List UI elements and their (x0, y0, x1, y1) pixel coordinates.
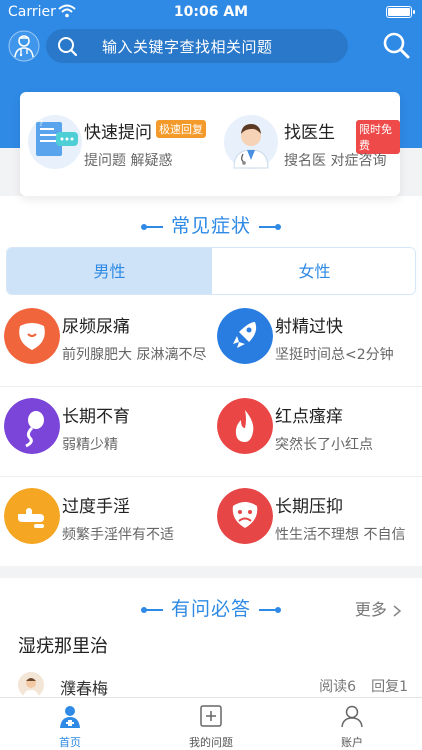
quick-ask-badge: 极速回复 (156, 120, 206, 138)
doctor-home-icon (60, 706, 80, 728)
quick-actions-card: ? 快速提问 极速回复 提问题 解疑惑 找医生 限时免费 搜名医 对症咨询 (20, 92, 400, 196)
reply-count: 回复1 (371, 679, 408, 695)
find-doctor-badge: 限时免费 (356, 120, 400, 154)
flame-icon (217, 398, 273, 454)
symptom-item[interactable]: 红点瘙痒 突然长了小红点 (213, 394, 418, 482)
status-bar: Carrier 10:06 AM (0, 0, 422, 24)
symptoms-section-title: 常见症状 (0, 211, 422, 238)
symptom-item[interactable]: 尿频尿痛 前列腺肥大 尿淋漓不尽 (0, 304, 207, 392)
tab-bar: 首页 我的问题 账户 (0, 697, 422, 750)
search-bar[interactable]: 输入关键字查找相关问题 (46, 29, 348, 63)
avatar (18, 672, 44, 698)
quick-ask-subtitle: 提问题 解疑惑 (84, 153, 173, 169)
document-chat-icon: ? (28, 115, 82, 169)
bladder-icon (4, 308, 60, 364)
doctor-profile-icon[interactable] (8, 30, 40, 62)
top-nav: 输入关键字查找相关问题 (0, 28, 422, 66)
tab-account[interactable]: 账户 (282, 698, 422, 750)
symptom-name: 射精过快 (275, 317, 343, 337)
symptom-desc: 性生活不理想 不自信 (275, 527, 406, 543)
chevron-right-icon (393, 604, 402, 617)
symptom-desc: 突然长了小红点 (275, 437, 373, 453)
rocket-icon (217, 308, 273, 364)
find-doctor-subtitle: 搜名医 对症咨询 (284, 153, 387, 169)
quick-ask-button[interactable]: ? 快速提问 极速回复 提问题 解疑惑 (20, 92, 210, 196)
symptom-item[interactable]: 射精过快 坚挺时间总<2分钟 (213, 304, 418, 392)
battery-icon (386, 6, 415, 18)
status-time: 10:06 AM (173, 4, 249, 20)
symptom-desc: 坚挺时间总<2分钟 (275, 347, 394, 363)
quick-ask-title: 快速提问 (84, 123, 152, 143)
symptom-name: 过度手淫 (62, 497, 130, 517)
tab-female[interactable]: 女性 (212, 248, 415, 294)
tab-account-label: 账户 (341, 736, 363, 749)
symptom-item[interactable]: 长期不育 弱精少精 (0, 394, 205, 482)
tab-home-label: 首页 (59, 736, 81, 749)
user-icon (341, 705, 363, 728)
symptom-name: 尿频尿痛 (62, 317, 130, 337)
divider (0, 386, 422, 387)
search-icon (58, 37, 78, 57)
symptom-desc: 弱精少精 (62, 437, 118, 453)
symptom-name: 长期不育 (62, 407, 130, 427)
symptom-desc: 频繁手淫伴有不适 (62, 527, 174, 543)
sad-face-icon (217, 488, 273, 544)
symptom-name: 红点瘙痒 (275, 407, 343, 427)
tab-home[interactable]: 首页 (0, 698, 140, 750)
gender-segmented-control: 男性 女性 (6, 247, 416, 295)
read-count: 阅读6 (319, 679, 356, 695)
doctor-icon (224, 115, 278, 169)
tab-male[interactable]: 男性 (7, 248, 212, 294)
answerer-name: 濮春梅 (60, 679, 109, 698)
tab-my-questions[interactable]: 我的问题 (141, 698, 281, 750)
add-question-icon (200, 705, 222, 727)
symptom-item[interactable]: 长期压抑 性生活不理想 不自信 (213, 484, 418, 572)
symptom-item[interactable]: 过度手淫 频繁手淫伴有不适 (0, 484, 205, 572)
svg-text:?: ? (39, 119, 43, 128)
symptom-desc: 前列腺肥大 尿淋漓不尽 (62, 347, 207, 363)
more-link[interactable]: 更多 (355, 596, 402, 620)
sperm-icon (4, 398, 60, 454)
question-title[interactable]: 湿疣那里治 (18, 632, 108, 658)
divider (0, 476, 422, 477)
tab-my-questions-label: 我的问题 (189, 736, 233, 749)
app-screen: Carrier 10:06 AM 输入关键字查找相关问题 ? 快速提问 极速回复… (0, 0, 422, 750)
symptom-name: 长期压抑 (275, 497, 343, 517)
search-input[interactable]: 输入关键字查找相关问题 (102, 36, 273, 57)
find-doctor-button[interactable]: 找医生 限时免费 搜名医 对症咨询 (210, 92, 400, 196)
search-button-icon[interactable] (382, 31, 410, 59)
find-doctor-title: 找医生 (284, 123, 335, 143)
hand-icon (4, 488, 60, 544)
answer-meta: 濮春梅 阅读6 回复1 (18, 672, 408, 698)
